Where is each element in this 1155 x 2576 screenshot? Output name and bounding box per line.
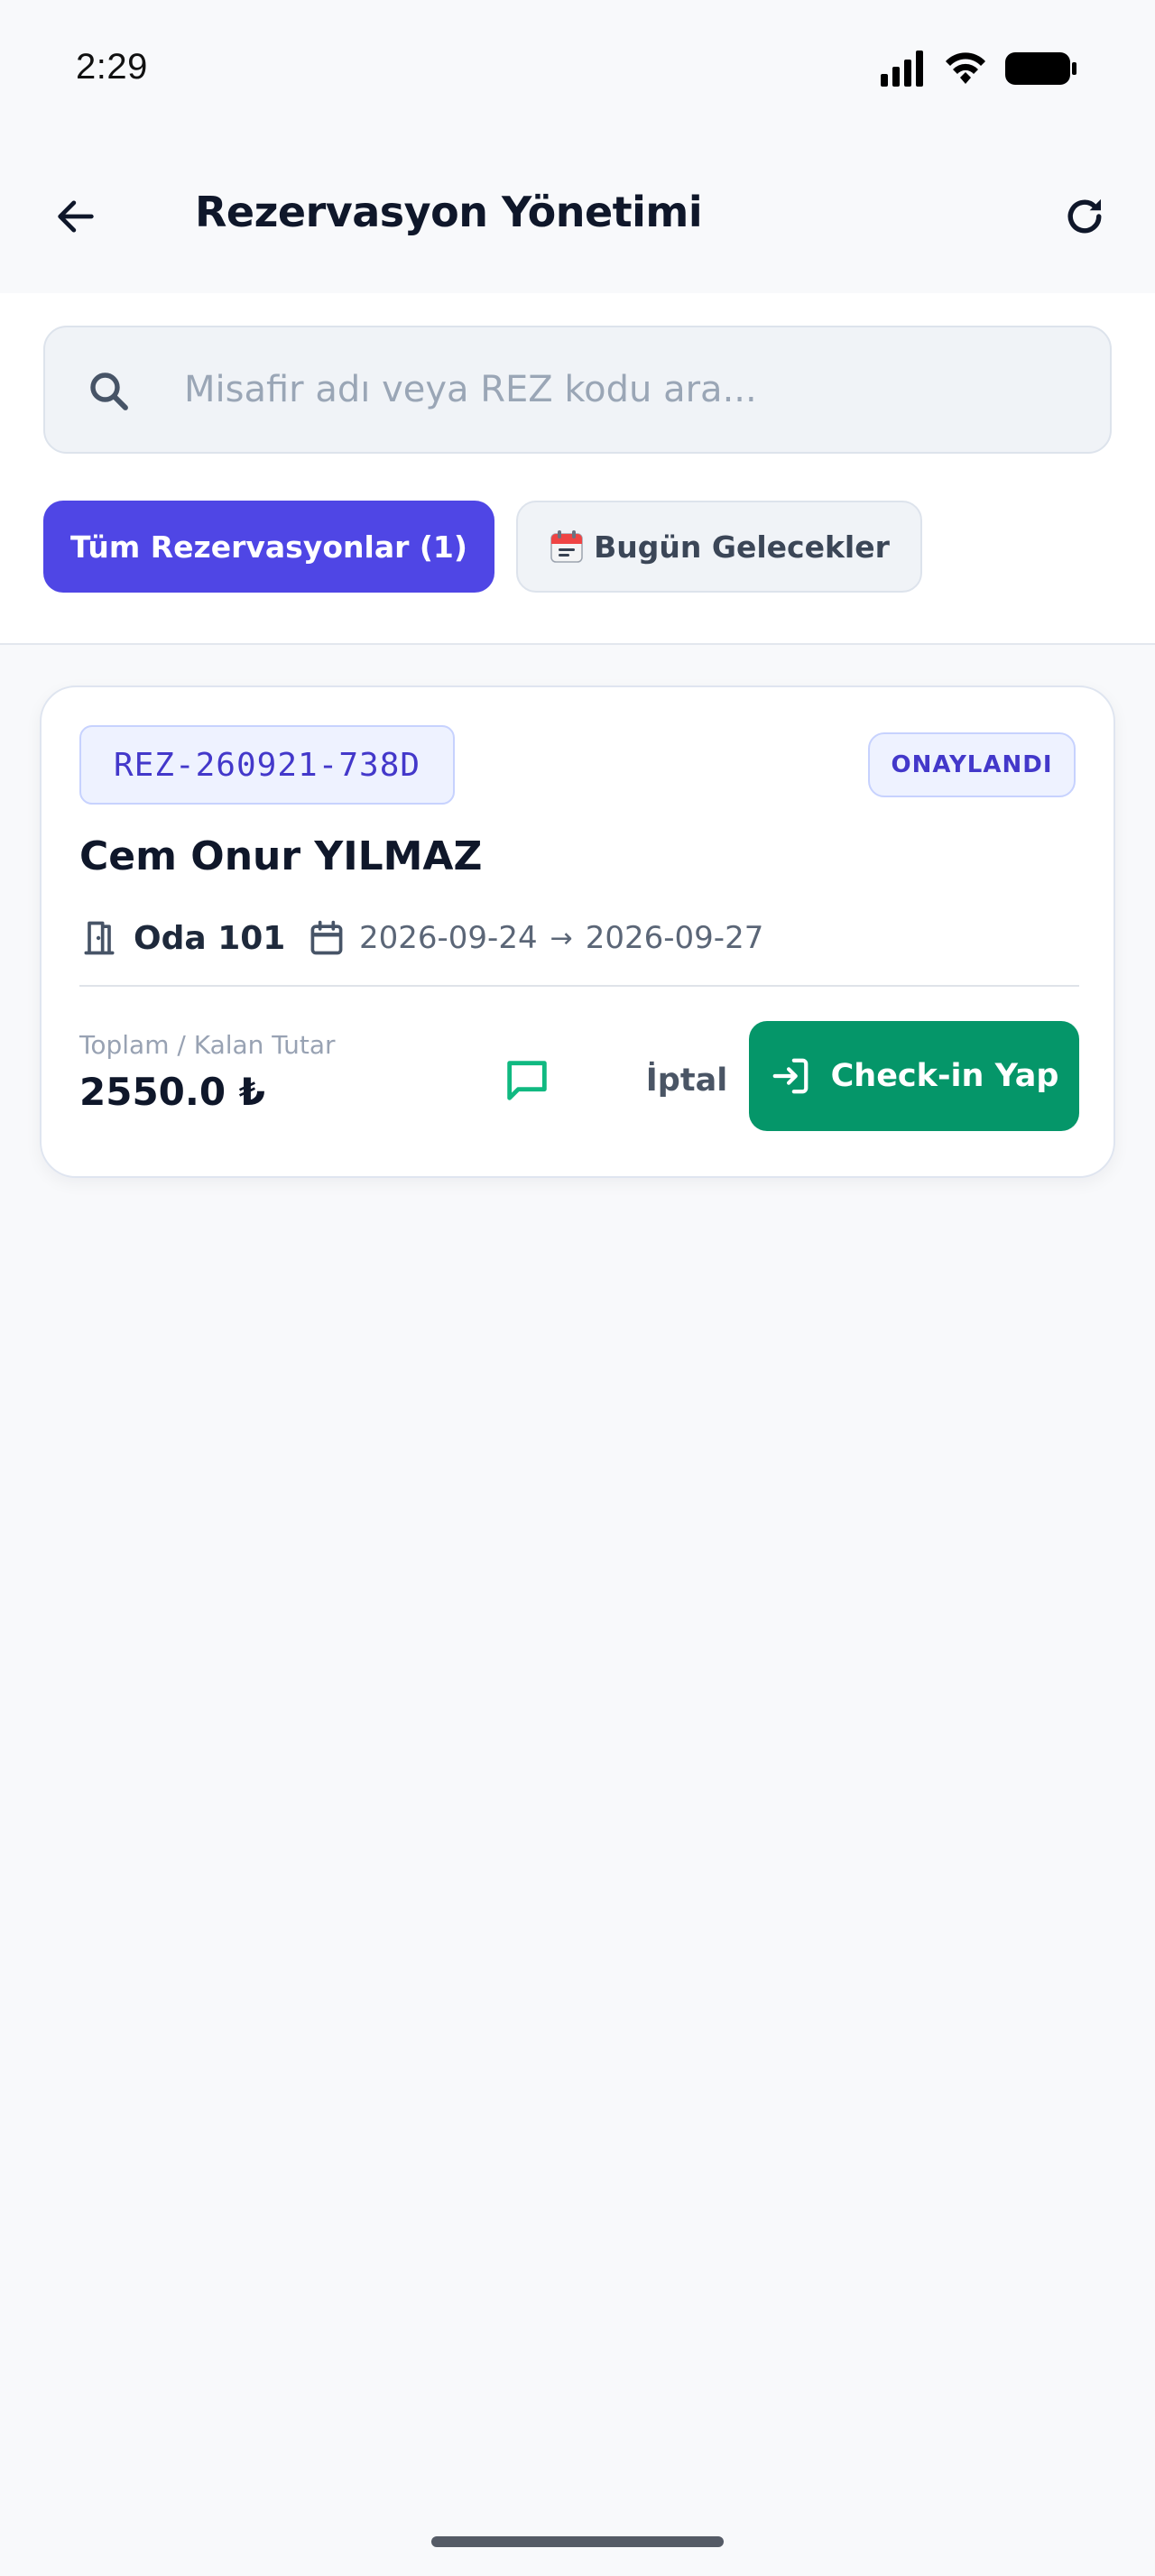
amount-label: Toplam / Kalan Tutar <box>79 1030 336 1060</box>
reservation-card[interactable]: REZ-260921-738D ONAYLANDI Cem Onur YILMA… <box>40 685 1115 1178</box>
refresh-button[interactable] <box>1052 184 1117 249</box>
signal-icon <box>881 51 923 87</box>
filter-panel: Tüm Rezervasyonlar (1) Bugün Gelecekler <box>0 293 1155 645</box>
reservation-code: REZ-260921-738D <box>79 725 455 805</box>
check-in-button[interactable]: Check-in Yap <box>749 1021 1079 1131</box>
wifi-icon <box>946 52 985 84</box>
arrow-left-icon <box>58 200 94 233</box>
search-box <box>43 326 1112 454</box>
check-in-date: 2026-09-24 <box>359 920 538 956</box>
stay-dates: 2026-09-24 → 2026-09-27 <box>307 913 763 963</box>
cancel-label: İptal <box>645 1063 728 1099</box>
check-out-date: 2026-09-27 <box>585 920 764 956</box>
card-divider <box>79 985 1079 987</box>
door-icon <box>84 921 115 955</box>
filter-today-label: Bugün Gelecekler <box>594 529 890 565</box>
login-icon <box>772 1058 808 1094</box>
back-button[interactable] <box>43 184 108 249</box>
search-input[interactable] <box>184 327 1068 452</box>
room-info: Oda 101 <box>79 913 285 963</box>
check-in-label: Check-in Yap <box>830 1058 1059 1094</box>
filter-all-label: Tüm Rezervasyonlar (1) <box>70 529 467 565</box>
refresh-icon <box>1067 198 1102 234</box>
battery-icon <box>1005 52 1076 85</box>
app-header: Rezervasyon Yönetimi <box>0 135 1155 293</box>
page-title: Rezervasyon Yönetimi <box>195 188 703 236</box>
home-indicator[interactable] <box>431 2536 724 2547</box>
filter-all-reservations[interactable]: Tüm Rezervasyonlar (1) <box>43 501 494 593</box>
calendar-icon <box>310 920 343 955</box>
amount-value: 2550.0 ₺ <box>79 1070 265 1114</box>
date-arrow: → <box>550 922 573 954</box>
search-icon <box>90 373 128 410</box>
calendar-emoji-icon <box>550 530 583 563</box>
filter-today-arrivals[interactable]: Bugün Gelecekler <box>516 501 922 593</box>
guest-name: Cem Onur YILMAZ <box>79 833 483 879</box>
status-badge: ONAYLANDI <box>868 732 1076 797</box>
status-icons <box>881 51 1076 87</box>
message-button[interactable] <box>466 1034 588 1127</box>
message-icon <box>507 1061 547 1100</box>
status-time: 2:29 <box>76 47 148 87</box>
room-label: Oda 101 <box>134 919 286 957</box>
status-bar: 2:29 <box>0 0 1155 135</box>
